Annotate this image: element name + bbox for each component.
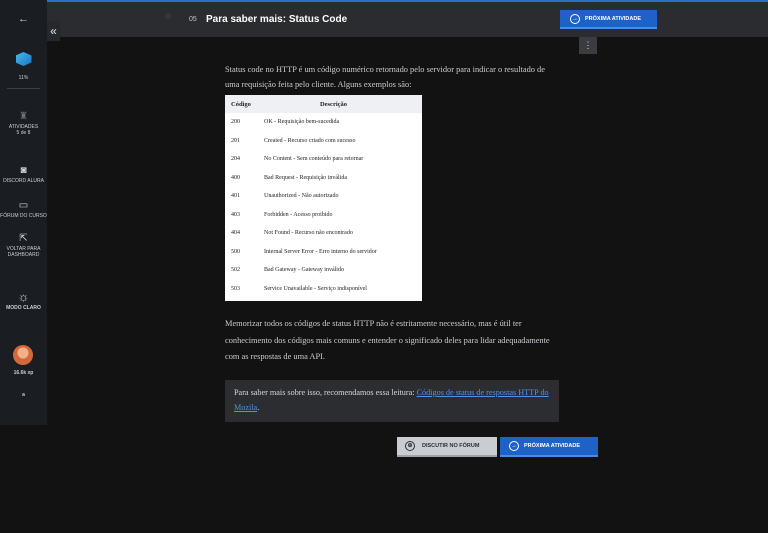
arrow-right-icon: → bbox=[509, 441, 519, 451]
activities-button[interactable]: ♜ ATIVIDADES 5 de 8 bbox=[0, 111, 47, 137]
topbar: ○ 05 Para saber mais: Status Code → PRÓX… bbox=[47, 0, 768, 37]
search-icon[interactable]: ○ bbox=[165, 11, 177, 23]
status-code-table: Código Descrição 200 OK - Requisição bem-… bbox=[225, 95, 422, 301]
status-code-cell: 201 bbox=[231, 137, 240, 144]
table-row: 201 Created - Recurso criado com sucesso bbox=[225, 132, 422, 151]
dashboard-icon: ⇱ bbox=[19, 233, 28, 244]
status-code-cell: 204 bbox=[231, 156, 240, 163]
paragraph-2: Memorizar todos os códigos de status HTT… bbox=[225, 319, 550, 361]
callout-end: . bbox=[257, 403, 260, 412]
avatar[interactable] bbox=[13, 345, 33, 365]
status-description-cell: Bad Gateway - Gateway inválido bbox=[264, 267, 344, 274]
next-activity-button-bottom[interactable]: → PRÓXIMA ATIVIDADE bbox=[500, 437, 598, 457]
progress-percentage: 11% bbox=[18, 75, 29, 81]
header-description: Descrição bbox=[319, 100, 348, 108]
discord-icon: ◙ bbox=[20, 165, 27, 176]
xp-counter: 16.6k xp bbox=[13, 370, 34, 376]
sun-icon: ☼ bbox=[17, 289, 30, 304]
double-chevron-left-icon: « bbox=[50, 24, 57, 38]
more-options-button[interactable]: ⋮ bbox=[579, 37, 597, 54]
back-button[interactable]: ← bbox=[0, 14, 47, 26]
status-description-cell: Forbidden - Acesso proibido bbox=[264, 211, 333, 218]
status-description-cell: OK - Requisição bem-sucedida bbox=[264, 119, 340, 126]
table-row: 503 Service Unavailable - Serviço indispo… bbox=[225, 280, 422, 299]
discuss-forum-label: DISCUTIR NO FÓRUM bbox=[422, 443, 480, 449]
status-description-cell: Unauthorized - Não autorizado bbox=[264, 193, 339, 200]
forum-label: FÓRUM DO CURSO bbox=[0, 213, 47, 219]
status-code-cell: 500 bbox=[231, 248, 240, 255]
table-header: Código Descrição bbox=[225, 95, 422, 113]
discuss-forum-button[interactable]: ⊕ DISCUTIR NO FÓRUM bbox=[397, 437, 497, 457]
activities-icon: ♜ bbox=[19, 111, 28, 122]
table-row: 502 Bad Gateway - Gateway inválido bbox=[225, 261, 422, 280]
course-icon-button[interactable] bbox=[0, 52, 47, 66]
progress-bar bbox=[7, 88, 40, 89]
alura-logo[interactable]: a bbox=[0, 392, 47, 398]
dashboard-button[interactable]: ⇱ VOLTAR PARA DASHBOARD bbox=[0, 233, 47, 259]
header-code: Código bbox=[231, 100, 251, 108]
status-code-cell: 200 bbox=[231, 119, 240, 126]
table-row: 403 Forbidden - Acesso proibido bbox=[225, 206, 422, 225]
status-code-cell: 400 bbox=[231, 174, 240, 181]
arrow-right-icon: → bbox=[570, 13, 580, 24]
table-body: 200 OK - Requisição bem-sucedida 201 Create… bbox=[225, 113, 422, 298]
status-description-cell: Not Found - Recurso não encontrado bbox=[264, 230, 353, 237]
status-description-cell: Bad Request - Requisição inválida bbox=[264, 174, 347, 181]
discord-label: DISCORD ALURA bbox=[3, 178, 44, 184]
status-description-cell: Created - Recurso criado com sucesso bbox=[264, 137, 356, 144]
mode-toggle[interactable]: ☼ MODO CLARO bbox=[0, 289, 47, 311]
status-code-cell: 503 bbox=[231, 285, 240, 292]
lesson-number: 05 bbox=[189, 16, 197, 23]
forum-button[interactable]: ▭ FÓRUM DO CURSO bbox=[0, 200, 47, 220]
kebab-icon: ⋮ bbox=[583, 40, 593, 50]
next-activity-button-top[interactable]: → PRÓXIMA ATIVIDADE bbox=[560, 10, 657, 29]
table-row: 404 Not Found - Recurso não encontrado bbox=[225, 224, 422, 243]
mode-label: MODO CLARO bbox=[6, 305, 41, 311]
cube-icon bbox=[15, 52, 32, 66]
status-description-cell: Internal Server Error - Erro interno do … bbox=[264, 248, 377, 255]
collapse-sidebar-button[interactable]: « bbox=[47, 21, 60, 41]
next-activity-label: PRÓXIMA ATIVIDADE bbox=[524, 443, 581, 449]
callout-box: Para saber mais sobre isso, recomendamos… bbox=[225, 380, 559, 422]
dashboard-label: VOLTAR PARA DASHBOARD bbox=[6, 246, 41, 258]
globe-icon: ⊕ bbox=[405, 441, 415, 451]
table-row: 401 Unauthorized - Não autorizado bbox=[225, 187, 422, 206]
status-code-cell: 502 bbox=[231, 267, 240, 274]
table-row: 400 Bad Request - Requisição inválida bbox=[225, 169, 422, 188]
sidebar: ← 11% ♜ ATIVIDADES 5 de 8 ◙ DISCORD ALUR… bbox=[0, 0, 47, 425]
back-arrow-icon: ← bbox=[18, 13, 29, 25]
status-description-cell: No Content - Sem conteúdo para retornar bbox=[264, 156, 364, 163]
chat-icon: ▭ bbox=[18, 200, 29, 211]
next-activity-label: PRÓXIMA ATIVIDADE bbox=[585, 15, 642, 22]
intro-text: Status code no HTTP é um código numérico… bbox=[225, 65, 545, 89]
table-row: 204 No Content - Sem conteúdo para retorn… bbox=[225, 150, 422, 169]
discord-button[interactable]: ◙ DISCORD ALURA bbox=[0, 165, 47, 185]
status-code-cell: 401 bbox=[231, 193, 240, 200]
activities-count: 5 de 8 bbox=[16, 130, 31, 136]
status-code-cell: 404 bbox=[231, 230, 240, 237]
status-code-cell: 403 bbox=[231, 211, 240, 218]
callout-text: Para saber mais sobre isso, recomendamos… bbox=[234, 388, 417, 397]
page-title: Para saber mais: Status Code bbox=[206, 14, 348, 25]
table-row: 500 Internal Server Error - Erro interno … bbox=[225, 243, 422, 262]
table-row: 200 OK - Requisição bem-sucedida bbox=[225, 113, 422, 132]
status-description-cell: Service Unavailable - Serviço indisponív… bbox=[264, 285, 367, 292]
